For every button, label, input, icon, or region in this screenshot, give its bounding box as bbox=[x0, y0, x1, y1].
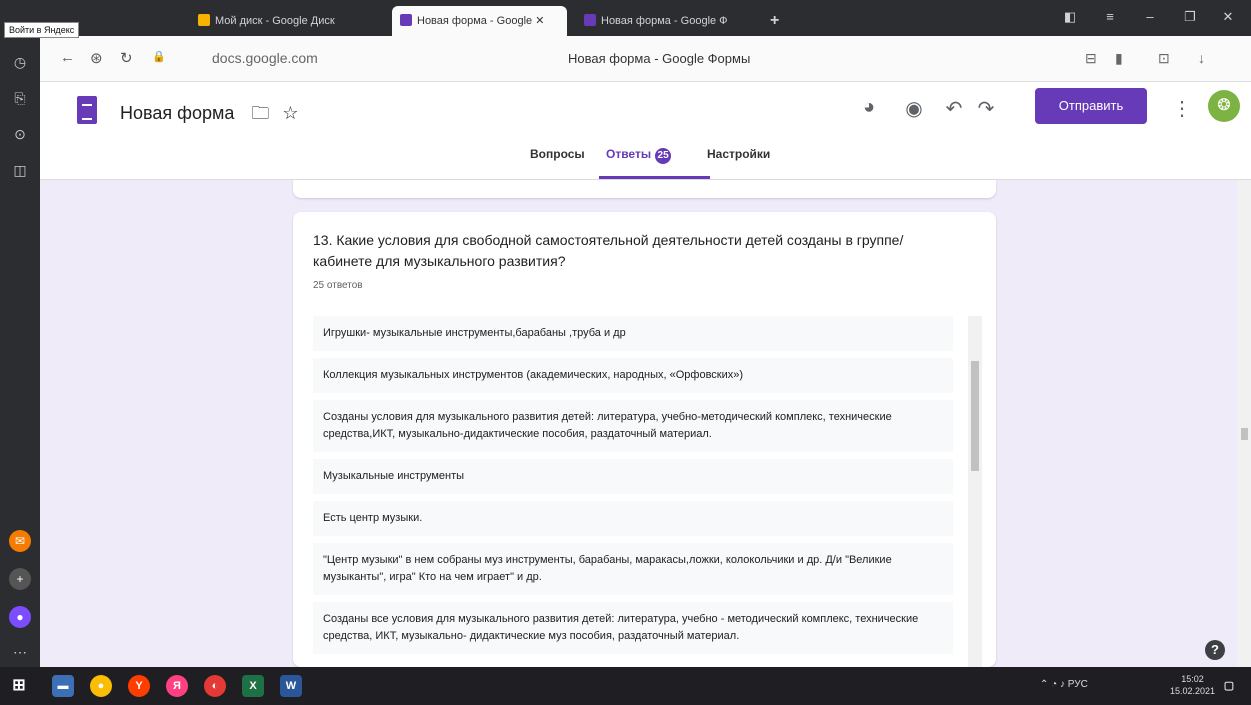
page-scroll-thumb[interactable] bbox=[1241, 428, 1248, 440]
question-title: 13. Какие условия для свободной самостоя… bbox=[313, 232, 904, 269]
back-icon[interactable]: ← bbox=[60, 49, 75, 66]
app-icon[interactable]: ◐ bbox=[204, 675, 226, 697]
page-scrollbar[interactable] bbox=[1238, 180, 1251, 667]
alice-icon[interactable]: ● bbox=[9, 606, 31, 628]
yandex-browser-icon[interactable]: Y bbox=[128, 675, 150, 697]
browser-sidebar: ◷ ⎘ ⊙ ◫ ✉ + ● ⋯ bbox=[0, 0, 40, 667]
answers-scroll-thumb[interactable] bbox=[971, 361, 979, 471]
tab-drive[interactable]: Мой диск - Google Диск bbox=[190, 6, 360, 36]
forms-icon bbox=[584, 14, 596, 26]
clock[interactable]: 15:02 15.02.2021 bbox=[1170, 673, 1215, 697]
downloads-icon[interactable]: ⎘ bbox=[8, 86, 32, 110]
volume-icon[interactable]: ♪ bbox=[1060, 679, 1065, 690]
tab-form-2[interactable]: Новая форма - Google Ф bbox=[576, 6, 756, 36]
tab-bar: Мой диск - Google Диск Новая форма - Goo… bbox=[40, 0, 1251, 36]
mail-app-icon[interactable]: ✉ bbox=[9, 530, 31, 552]
form-title-text[interactable]: Новая форма bbox=[120, 103, 234, 123]
network-icon[interactable]: ◔ bbox=[1051, 679, 1057, 690]
download-icon[interactable]: ↓ bbox=[1198, 50, 1205, 66]
tab-responses-label[interactable]: Ответы bbox=[606, 147, 651, 161]
notifications-icon[interactable]: ▢ bbox=[1218, 675, 1240, 697]
login-tooltip: Войти в Яндекс bbox=[4, 22, 80, 38]
list-item: Созданы условия для музыкального развити… bbox=[313, 400, 953, 452]
file-explorer-icon[interactable]: ▬ bbox=[52, 675, 74, 697]
drive-icon bbox=[198, 14, 210, 26]
tab-menu-icon[interactable]: ◧ bbox=[1060, 9, 1080, 25]
tab-questions[interactable]: Вопросы bbox=[530, 147, 585, 161]
page-title: Новая форма - Google Формы bbox=[568, 51, 751, 66]
tab-form-2-label: Новая форма - Google Ф bbox=[601, 15, 728, 27]
palette-icon[interactable]: ◕ bbox=[855, 96, 883, 119]
reader-icon[interactable]: ⊟ bbox=[1085, 50, 1097, 67]
forms-header: Новая форма 🗀 ☆ ◕ ◉ ↶ ↷ Отправить ⋮ ❂ Во… bbox=[40, 82, 1251, 180]
answers-scrollbar[interactable] bbox=[968, 316, 982, 667]
close-window-icon[interactable]: ✕ bbox=[1218, 9, 1238, 25]
tab-form-active[interactable]: Новая форма - Google ✕ bbox=[392, 6, 567, 36]
menu-icon[interactable]: ≡ bbox=[1100, 9, 1120, 24]
protect-icon[interactable]: ⊛ bbox=[90, 49, 103, 67]
more-icon[interactable]: ⋯ bbox=[8, 640, 32, 664]
extension-icon[interactable]: ⊡ bbox=[1158, 50, 1170, 67]
list-item: Коллекция музыкальных инструментов (акад… bbox=[313, 358, 953, 393]
send-button[interactable]: Отправить bbox=[1035, 88, 1147, 124]
add-app-icon[interactable]: + bbox=[9, 568, 31, 590]
preview-icon[interactable]: ◉ bbox=[900, 96, 928, 121]
collections-icon[interactable]: ⊙ bbox=[8, 122, 32, 146]
excel-icon[interactable]: X bbox=[242, 675, 264, 697]
taskbar: ⊞ ▬ ● Y Я ◐ X W ⌃ ◔ ♪ РУС 15:02 15.02.20… bbox=[0, 667, 1251, 705]
close-tab-icon[interactable]: ✕ bbox=[535, 15, 544, 27]
list-item: Игрушки- музыкальные инструменты,барабан… bbox=[313, 316, 953, 351]
new-tab-button[interactable]: + bbox=[762, 6, 792, 36]
folder-icon[interactable]: 🗀 bbox=[251, 103, 269, 123]
extensions-icon[interactable]: ◫ bbox=[8, 158, 32, 182]
tray-chevron-icon[interactable]: ⌃ bbox=[1040, 679, 1048, 690]
answers-list: Игрушки- музыкальные инструменты,барабан… bbox=[313, 316, 953, 661]
redo-icon[interactable]: ↷ bbox=[972, 96, 1000, 121]
system-tray: ⌃ ◔ ♪ РУС bbox=[1040, 679, 1088, 690]
maximize-icon[interactable]: ❐ bbox=[1180, 9, 1200, 25]
tab-responses[interactable]: Ответы 25 bbox=[606, 147, 672, 164]
avatar[interactable]: ❂ bbox=[1208, 90, 1240, 122]
help-icon[interactable]: ? bbox=[1205, 640, 1225, 660]
tab-form-label: Новая форма - Google bbox=[417, 15, 533, 27]
url-text[interactable]: docs.google.com bbox=[212, 50, 318, 66]
chrome-icon[interactable]: ● bbox=[90, 675, 112, 697]
tab-drive-label: Мой диск - Google Диск bbox=[215, 15, 335, 27]
question-card: 13. Какие условия для свободной самостоя… bbox=[293, 212, 996, 667]
forms-icon bbox=[400, 14, 412, 26]
undo-icon[interactable]: ↶ bbox=[940, 96, 968, 121]
list-item: Музыкальные инструменты bbox=[313, 459, 953, 494]
list-item: Есть центр музыки. bbox=[313, 501, 953, 536]
previous-question-card bbox=[293, 180, 996, 198]
star-icon[interactable]: ☆ bbox=[282, 103, 298, 123]
active-tab-indicator bbox=[599, 176, 710, 179]
history-icon[interactable]: ◷ bbox=[8, 50, 32, 74]
list-item: Созданы все условия для музыкального раз… bbox=[313, 602, 953, 654]
reload-icon[interactable]: ↻ bbox=[120, 49, 133, 67]
word-icon[interactable]: W bbox=[280, 675, 302, 697]
minimize-icon[interactable]: – bbox=[1140, 9, 1160, 24]
lock-icon: 🔒 bbox=[152, 51, 166, 63]
form-title[interactable]: Новая форма 🗀 ☆ bbox=[120, 101, 299, 131]
clock-time: 15:02 bbox=[1181, 674, 1204, 684]
yandex-icon[interactable]: Я bbox=[166, 675, 188, 697]
more-options-icon[interactable]: ⋮ bbox=[1168, 96, 1196, 121]
address-bar: ← ⊛ ↻ 🔒 docs.google.com Новая форма - Go… bbox=[40, 36, 1251, 82]
bookmark-icon[interactable]: ▮ bbox=[1115, 50, 1123, 67]
clock-date: 15.02.2021 bbox=[1170, 686, 1216, 696]
forms-logo-icon[interactable] bbox=[77, 96, 97, 124]
response-count: 25 ответов bbox=[313, 280, 363, 291]
language-indicator[interactable]: РУС bbox=[1068, 679, 1088, 690]
list-item: "Центр музыки" в нем собраны муз инструм… bbox=[313, 543, 953, 595]
responses-count-badge: 25 bbox=[655, 148, 672, 164]
windows-start-icon[interactable]: ⊞ bbox=[8, 675, 30, 697]
tab-settings[interactable]: Настройки bbox=[707, 147, 770, 161]
